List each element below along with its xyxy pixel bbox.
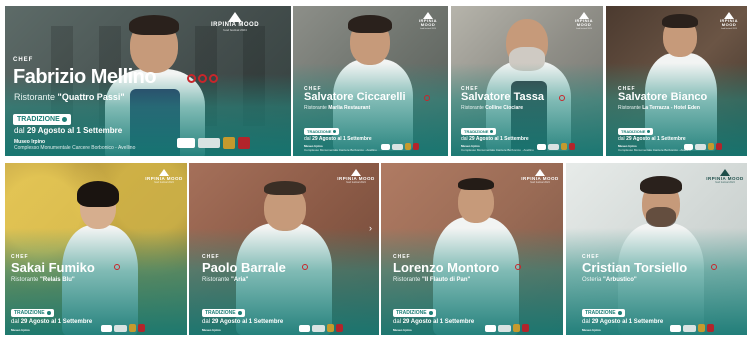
- restaurant-line: Ristorante Marlia Restaurant: [304, 105, 371, 111]
- chef-name: Paolo Barrale: [202, 260, 286, 275]
- chef-name: Salvatore Ciccarelli: [304, 91, 406, 103]
- event-logo: IRPINIA MOOD food festival 2024: [411, 12, 445, 31]
- restaurant-line: Ristorante "Aria": [202, 277, 249, 283]
- chef-card-lorenzo-montoro[interactable]: IRPINIA MOOD food festival 2024 CHEF Lor…: [381, 163, 563, 335]
- chef-name: Sakai Fumiko: [11, 260, 95, 275]
- event-venue: Museo Irpino Complesso Monumentale Carce…: [618, 144, 691, 152]
- event-dates: dal 29 Agosto al 1 Settembre: [11, 319, 93, 325]
- chef-card-cristian-torsiello[interactable]: IRPINIA MOOD food festival 2024 CHEF Cri…: [566, 163, 747, 335]
- event-venue: Museo Irpino Complesso Monumentale Carce…: [461, 144, 534, 152]
- sponsor-logos: [381, 143, 419, 150]
- event-dates: dal 29 Agosto al 1 Settembre: [582, 319, 664, 325]
- tradizione-badge: TRADIZIONE: [11, 309, 54, 317]
- sponsor-logos: [670, 324, 714, 332]
- restaurant-line: Ristorante "Quattro Passi": [14, 92, 125, 102]
- chef-name: Salvatore Tassa: [461, 91, 544, 103]
- event-logo: IRPINIA MOOD food festival 2024: [712, 12, 746, 31]
- event-dates: dal 29 Agosto al 1 Settembre: [461, 136, 529, 142]
- chef-card-sakai-fumiko[interactable]: IRPINIA MOOD food festival 2024 CHEF Sak…: [5, 163, 187, 335]
- restaurant-line: Ristorante "Relais Blu": [11, 277, 75, 283]
- tradizione-badge: TRADIZIONE: [304, 128, 340, 135]
- tradizione-badge: TRADIZIONE: [202, 309, 245, 317]
- event-venue: Museo Irpino: [582, 328, 601, 332]
- event-logo: IRPINIA MOOD food festival 2024: [205, 12, 265, 32]
- event-logo: IRPINIA MOOD food festival 2024: [145, 169, 183, 185]
- michelin-star-icon: [559, 95, 565, 101]
- restaurant-line: Ristorante La Terrazza - Hotel Eden: [618, 105, 700, 111]
- michelin-star-icon: [711, 264, 717, 270]
- sponsor-logos: [537, 143, 575, 150]
- sponsor-logos: [485, 324, 529, 332]
- chef-card-paolo-barrale[interactable]: IRPINIA MOOD food festival 2024 CHEF Pao…: [189, 163, 379, 335]
- michelin-star-icon: [515, 264, 521, 270]
- sponsor-logos: [684, 143, 722, 150]
- sponsor-logos: [177, 137, 250, 149]
- michelin-star-icon: [198, 74, 207, 83]
- tradizione-badge: TRADIZIONE: [582, 309, 625, 317]
- michelin-star-icon: [187, 74, 196, 83]
- event-venue: Museo Irpino: [393, 328, 412, 332]
- chef-card-salvatore-bianco[interactable]: IRPINIA MOOD food festival 2024 CHEF Sal…: [606, 6, 747, 156]
- chef-card-salvatore-tassa[interactable]: IRPINIA MOOD food festival 2024 CHEF Sal…: [451, 6, 603, 156]
- restaurant-line: Osteria "Arbustico": [582, 277, 637, 283]
- sponsor-logos: [101, 324, 145, 332]
- event-logo: IRPINIA MOOD food festival 2024: [521, 169, 559, 185]
- chef-name: Fabrizio Mellino: [13, 66, 157, 88]
- sponsor-logos: [299, 324, 343, 332]
- event-logo: IRPINIA MOOD food festival 2024: [337, 169, 375, 185]
- michelin-star-icon: [424, 95, 430, 101]
- event-dates: dal 29 Agosto al 1 Settembre: [304, 136, 372, 142]
- chef-name: Cristian Torsiello: [582, 260, 688, 275]
- event-venue: Museo Irpino Complesso Monumentale Carce…: [304, 144, 377, 152]
- michelin-star-icon: [114, 264, 120, 270]
- chef-card-fabrizio-mellino[interactable]: IRPINIA MOOD food festival 2024 CHEF Fab…: [5, 6, 291, 156]
- restaurant-line: Ristorante Colline Ciociare: [461, 105, 523, 111]
- event-logo: IRPINIA MOOD food festival 2024: [706, 169, 744, 185]
- event-dates: dal 29 Agosto al 1 Settembre: [393, 319, 475, 325]
- michelin-stars: [187, 74, 218, 83]
- event-dates: dal 29 Agosto al 1 Settembre: [202, 319, 284, 325]
- event-venue: Museo Irpino Complesso Monumentale Carce…: [14, 139, 136, 151]
- event-dates: dal 29 Agosto al 1 Settembre: [14, 126, 123, 135]
- michelin-star-icon: [209, 74, 218, 83]
- event-logo: IRPINIA MOOD food festival 2024: [567, 12, 601, 31]
- chef-name: Lorenzo Montoro: [393, 260, 500, 275]
- chef-name: Salvatore Bianco: [618, 91, 708, 103]
- tradizione-badge: TRADIZIONE: [393, 309, 436, 317]
- event-venue: Museo Irpino: [11, 328, 30, 332]
- next-arrow-icon[interactable]: ›: [369, 223, 372, 233]
- michelin-star-icon: [302, 264, 308, 270]
- event-venue: Museo Irpino: [202, 328, 221, 332]
- tradizione-badge: TRADIZIONE: [618, 128, 654, 135]
- chef-card-salvatore-ciccarelli[interactable]: IRPINIA MOOD food festival 2024 CHEF Sal…: [293, 6, 448, 156]
- tradizione-badge: TRADIZIONE: [461, 128, 497, 135]
- tradizione-badge: TRADIZIONE: [13, 114, 71, 125]
- restaurant-line: Ristorante "Il Flauto di Pan": [393, 277, 471, 283]
- event-dates: dal 29 Agosto al 1 Settembre: [618, 136, 686, 142]
- chef-label: CHEF: [13, 57, 34, 63]
